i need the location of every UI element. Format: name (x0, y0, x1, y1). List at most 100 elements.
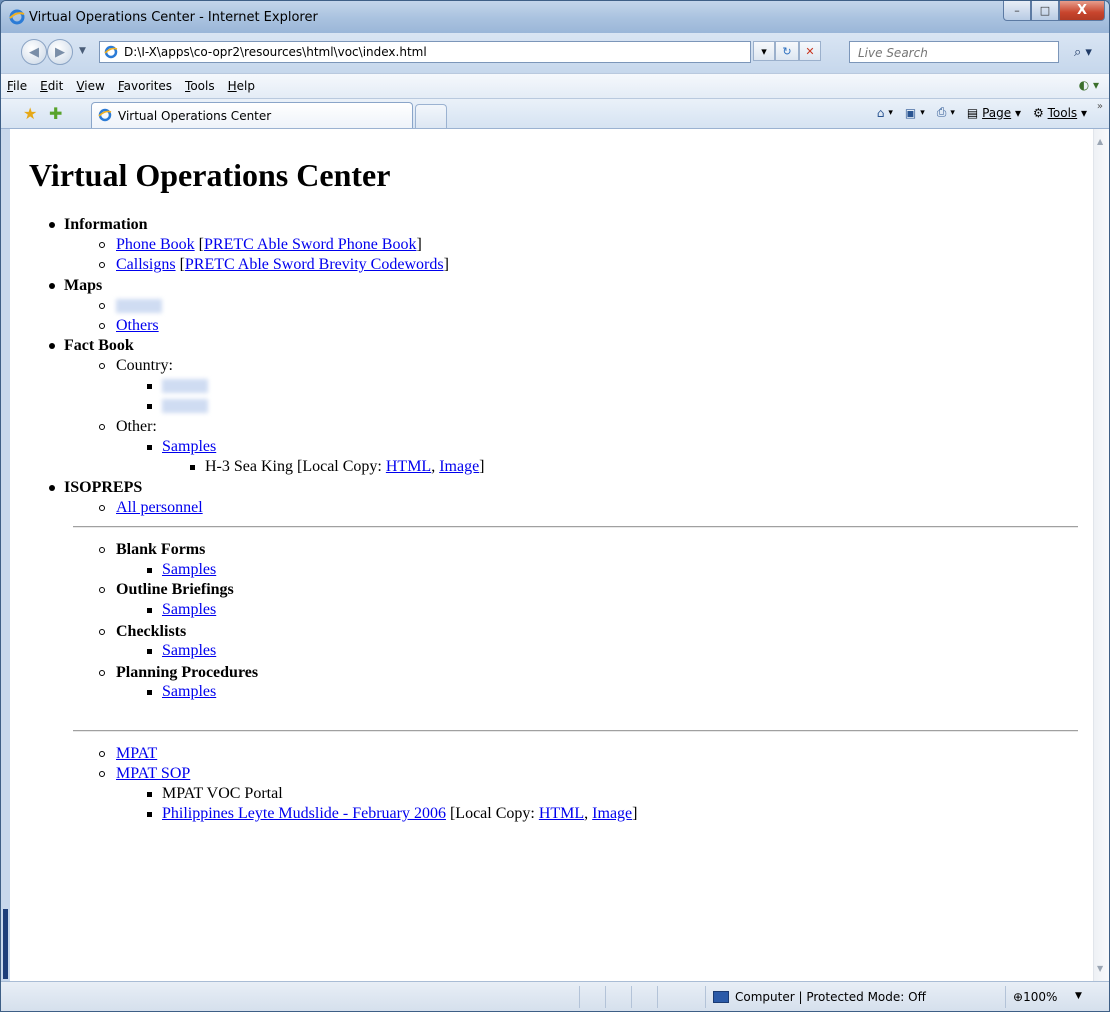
bullet-circle (99, 751, 105, 757)
page-icon: ▤ (966, 105, 979, 120)
tab-bar: ★ ✚ Virtual Operations Center ⌂ ▾ ▣ ▾ ⎙ ▾ ▤… (1, 99, 1109, 129)
redacted-link[interactable] (116, 299, 162, 314)
print-dropdown-icon[interactable]: ▾ (950, 108, 955, 118)
bullet-square (147, 384, 152, 389)
bullet-square (147, 812, 152, 817)
zoom-level[interactable]: ⊕100% (1013, 990, 1057, 1004)
search-box[interactable] (849, 41, 1059, 63)
minimize-button[interactable]: – (1003, 1, 1031, 21)
section-fact-book: Fact Book (64, 337, 134, 354)
bullet-square (147, 568, 152, 573)
new-tab-button[interactable] (415, 104, 447, 128)
back-button[interactable]: ◀ (21, 39, 47, 65)
home-icon[interactable]: ⌂ (877, 106, 885, 120)
scroll-up-icon[interactable]: ▲ (1097, 137, 1103, 146)
address-url[interactable]: D:\I-X\apps\co-opr2\resources\html\voc\i… (124, 45, 427, 59)
h3-image-link[interactable]: Image (439, 458, 479, 475)
section-outline-briefings: Outline Briefings (116, 581, 234, 598)
list-item-all-personnel: All personnel (116, 498, 203, 518)
menu-view[interactable]: View (76, 79, 104, 93)
phone-book-link[interactable]: Phone Book (116, 236, 195, 253)
bullet-circle (99, 629, 105, 635)
recent-pages-dropdown-icon[interactable]: ▼ (79, 46, 86, 56)
page-menu[interactable]: ▤ Page ▾ (967, 106, 1021, 120)
refresh-icon[interactable]: ↻ (775, 41, 799, 61)
mpat-sop-link[interactable]: MPAT SOP (116, 765, 190, 782)
checklists-samples-link[interactable]: Samples (162, 642, 216, 659)
search-input[interactable] (856, 45, 1050, 61)
bullet-square (147, 608, 152, 613)
menu-file[interactable]: File (7, 79, 27, 93)
tools-menu[interactable]: ⚙ Tools ▾ (1033, 106, 1087, 120)
more-chevron-icon[interactable]: » (1097, 101, 1103, 112)
taskbar-sliver (3, 909, 8, 979)
window-left-border (1, 129, 10, 981)
address-tools: ▾ ↻ ✕ (753, 41, 821, 63)
planning-procedures-samples-link[interactable]: Samples (162, 683, 216, 700)
blank-forms-samples-link[interactable]: Samples (162, 561, 216, 578)
all-personnel-link[interactable]: All personnel (116, 499, 203, 516)
philippines-image-link[interactable]: Image (592, 805, 632, 822)
bullet-circle (99, 505, 105, 511)
menu-tools[interactable]: Tools (185, 79, 215, 93)
h3-html-link[interactable]: HTML (386, 458, 431, 475)
list-item-maps-redacted (116, 296, 162, 316)
pretc-brevity-codewords-link[interactable]: PRETC Able Sword Brevity Codewords (185, 256, 444, 273)
tab-virtual-operations-center[interactable]: Virtual Operations Center (91, 102, 413, 128)
scroll-down-icon[interactable]: ▼ (1097, 964, 1103, 973)
philippines-mudslide-link[interactable]: Philippines Leyte Mudslide - February 20… (162, 805, 446, 822)
philippines-html-link[interactable]: HTML (539, 805, 584, 822)
list-item-philippines: Philippines Leyte Mudslide - February 20… (162, 805, 638, 822)
forward-arrow-icon: ▶ (55, 44, 65, 60)
menu-favorites[interactable]: Favorites (118, 79, 172, 93)
redacted-link[interactable] (162, 399, 208, 414)
stop-icon[interactable]: ✕ (799, 41, 821, 61)
title-bar[interactable]: Virtual Operations Center - Internet Exp… (1, 1, 1109, 33)
bullet-square (147, 792, 152, 797)
feeds-dropdown-icon[interactable]: ▾ (920, 108, 925, 118)
samples-link[interactable]: Samples (162, 438, 216, 455)
bullet-square (147, 445, 152, 450)
outline-briefings-samples-link[interactable]: Samples (162, 601, 216, 618)
security-zone[interactable]: Computer | Protected Mode: Off (713, 990, 926, 1004)
search-button[interactable]: ⌕ ▾ (1063, 41, 1103, 63)
list-item-samples: Samples (162, 600, 216, 620)
menu-bar: File Edit View Favorites Tools Help ◐ ▾ (1, 73, 1109, 99)
add-favorites-icon[interactable]: ✚ (49, 104, 62, 123)
bullet-circle (99, 424, 105, 430)
translate-icon[interactable]: ◐ ▾ (1079, 78, 1099, 92)
section-checklists: Checklists (116, 623, 187, 640)
print-icon[interactable]: ⎙ (937, 105, 947, 120)
feeds-icon[interactable]: ▣ (905, 106, 916, 120)
list-item-mpat: MPAT (116, 744, 157, 764)
bullet-circle (99, 323, 105, 329)
favorites-center-icon[interactable]: ★ (23, 104, 37, 123)
status-separator (657, 986, 658, 1008)
browser-window: Virtual Operations Center - Internet Exp… (0, 0, 1110, 1012)
address-bar[interactable]: D:\I-X\apps\co-opr2\resources\html\voc\i… (99, 41, 751, 63)
bullet-square (147, 690, 152, 695)
mpat-link[interactable]: MPAT (116, 745, 157, 762)
redacted-link[interactable] (162, 379, 208, 394)
zoom-dropdown-icon[interactable]: ▼ (1075, 991, 1082, 1001)
close-button[interactable]: X (1059, 1, 1105, 21)
callsigns-link[interactable]: Callsigns (116, 256, 176, 273)
vertical-scrollbar[interactable]: ▲ ▼ (1093, 129, 1109, 981)
others-link[interactable]: Others (116, 317, 159, 334)
bullet-square (190, 465, 195, 470)
list-item-samples: Samples (162, 641, 216, 661)
address-dropdown-icon[interactable]: ▾ (753, 41, 775, 61)
status-separator (605, 986, 606, 1008)
menu-help[interactable]: Help (228, 79, 255, 93)
menu-edit[interactable]: Edit (40, 79, 63, 93)
horizontal-rule (73, 526, 1078, 528)
gear-icon: ⚙ (1033, 105, 1044, 120)
bullet-circle (99, 771, 105, 777)
maximize-button[interactable]: □ (1031, 1, 1059, 21)
pretc-phone-book-link[interactable]: PRETC Able Sword Phone Book (204, 236, 416, 253)
bullet-circle (99, 587, 105, 593)
back-arrow-icon: ◀ (29, 44, 39, 60)
home-dropdown-icon[interactable]: ▾ (888, 108, 893, 118)
bullet-disc (49, 343, 55, 349)
forward-button[interactable]: ▶ (47, 39, 73, 65)
